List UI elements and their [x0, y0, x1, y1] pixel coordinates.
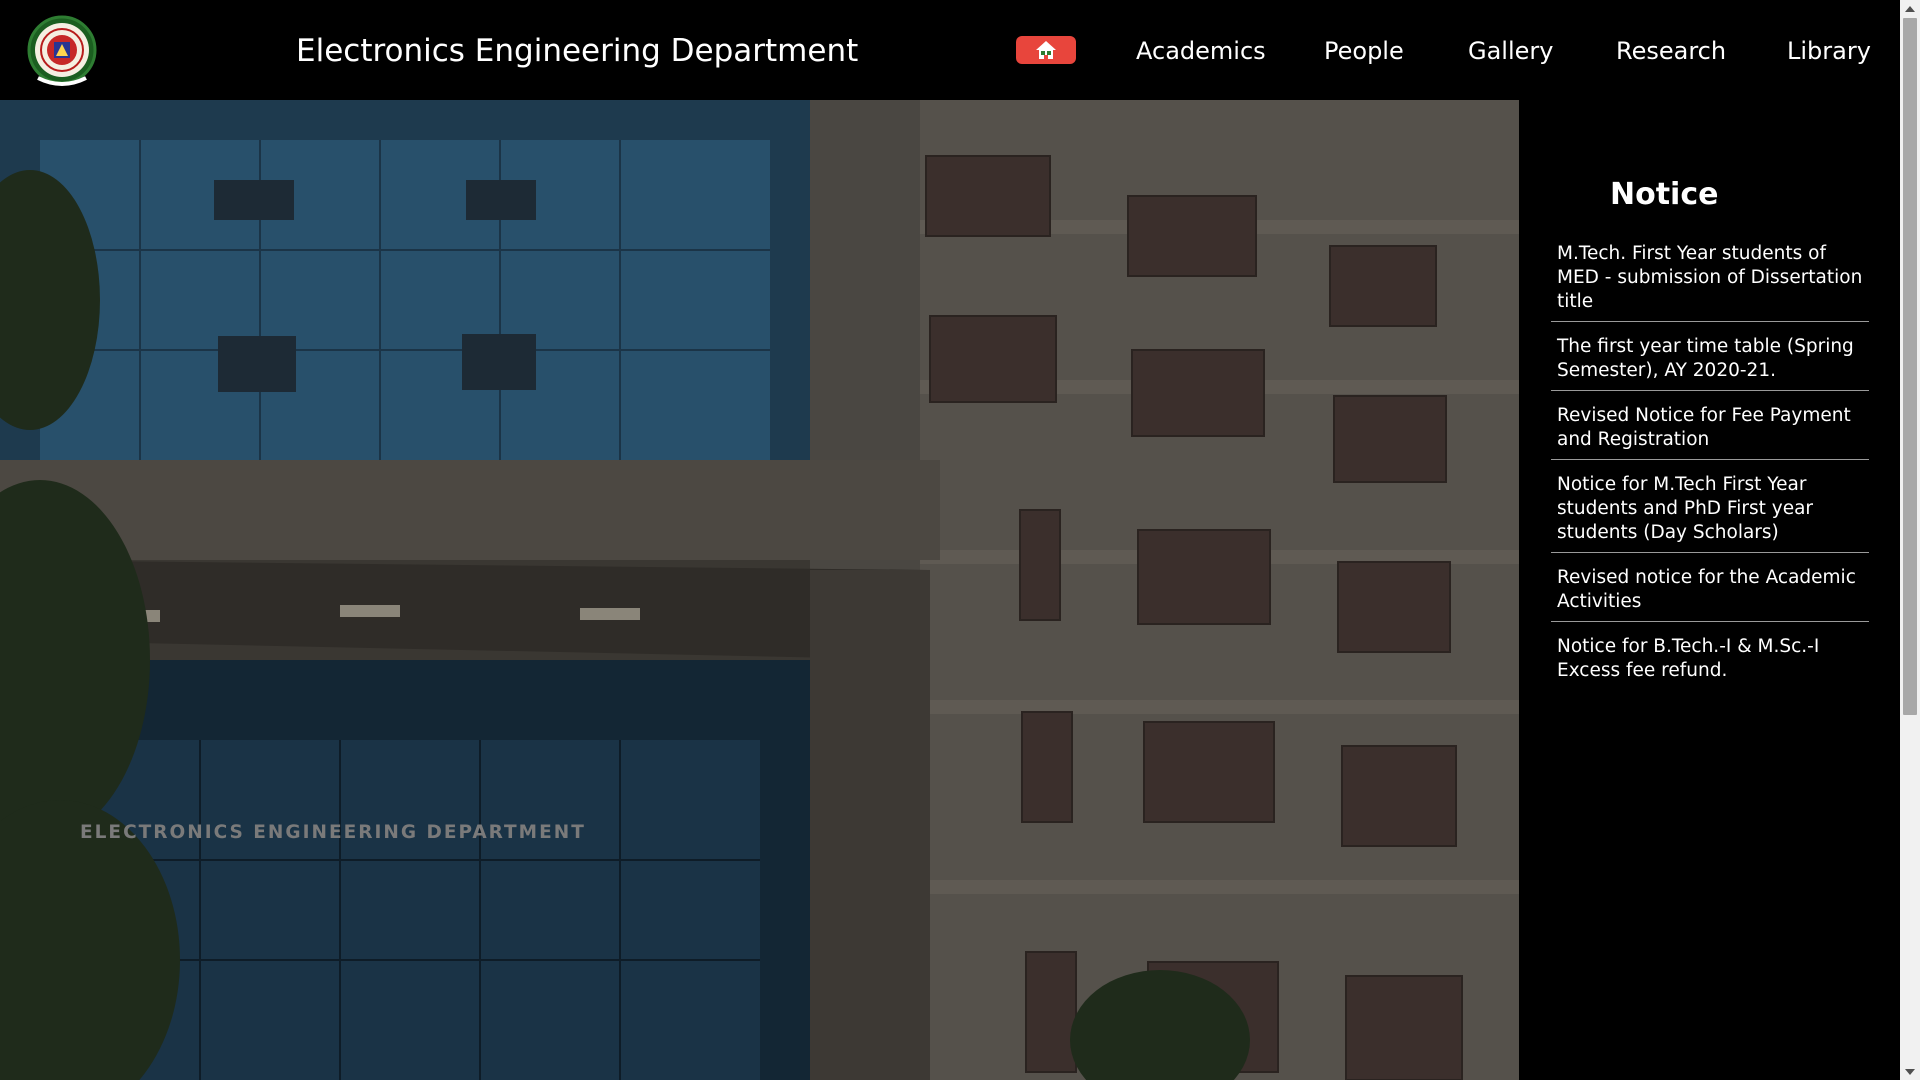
building-illustration	[0, 100, 1519, 1080]
notice-item[interactable]: Revised notice for the Academic Activiti…	[1551, 562, 1869, 622]
notice-item[interactable]: Notice for M.Tech First Year students an…	[1551, 469, 1869, 553]
institute-logo[interactable]	[24, 12, 100, 88]
page-scrollbar[interactable]	[1900, 0, 1920, 1080]
nav-library[interactable]: Library	[1787, 36, 1871, 66]
notice-panel: Notice M.Tech. First Year students of ME…	[1519, 100, 1900, 1080]
scroll-up-arrow-icon[interactable]	[1900, 0, 1920, 17]
nav-gallery[interactable]: Gallery	[1468, 36, 1553, 66]
notice-item[interactable]: M.Tech. First Year students of MED - sub…	[1551, 238, 1869, 322]
scrollbar-thumb[interactable]	[1903, 18, 1917, 715]
hero-building-image: ELECTRONICS ENGINEERING DEPARTMENT	[0, 100, 1519, 1080]
notice-item[interactable]: Revised Notice for Fee Payment and Regis…	[1551, 400, 1869, 460]
home-button[interactable]	[1016, 36, 1076, 64]
scroll-down-arrow-icon[interactable]	[1900, 1063, 1920, 1080]
site-header: Electronics Engineering Department Acade…	[0, 0, 1900, 100]
nav-research[interactable]: Research	[1616, 36, 1726, 66]
nav-academics[interactable]: Academics	[1136, 36, 1266, 66]
site-title: Electronics Engineering Department	[296, 33, 859, 69]
notice-item[interactable]: The first year time table (Spring Semest…	[1551, 331, 1869, 391]
notice-title: Notice	[1610, 177, 1719, 212]
notice-list: M.Tech. First Year students of MED - sub…	[1551, 238, 1869, 699]
nav-people[interactable]: People	[1324, 36, 1404, 66]
notice-item[interactable]: Notice for B.Tech.-I & M.Sc.-I Excess fe…	[1551, 631, 1869, 690]
home-icon	[1036, 41, 1056, 59]
building-sign-text: ELECTRONICS ENGINEERING DEPARTMENT	[80, 822, 586, 843]
